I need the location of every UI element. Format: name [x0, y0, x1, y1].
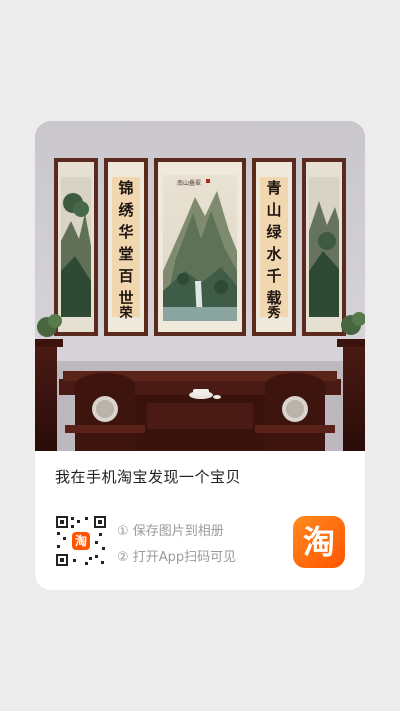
- svg-text:锦: 锦: [118, 179, 133, 197]
- qr-code[interactable]: 淘: [55, 515, 107, 567]
- product-image[interactable]: 锦 绣 华 堂 百 世 荣 南山叠翠 青 山 绿 水 千 载 秀: [35, 121, 365, 451]
- svg-text:绿: 绿: [266, 223, 282, 241]
- svg-text:山: 山: [266, 201, 281, 219]
- svg-text:百: 百: [118, 267, 133, 285]
- svg-text:秀: 秀: [266, 305, 281, 321]
- share-title: 我在手机淘宝发现一个宝贝: [55, 468, 242, 486]
- svg-text:千: 千: [266, 267, 281, 285]
- svg-text:青: 青: [266, 179, 281, 197]
- svg-text:世: 世: [118, 289, 133, 307]
- svg-text:荣: 荣: [118, 305, 133, 321]
- svg-text:载: 载: [266, 289, 281, 307]
- taobao-logo-icon: 淘: [293, 516, 345, 568]
- share-card: 锦 绣 华 堂 百 世 荣 南山叠翠 青 山 绿 水 千 载 秀 我在手机淘宝发…: [35, 121, 365, 590]
- svg-text:华: 华: [118, 223, 133, 241]
- svg-text:南山叠翠: 南山叠翠: [177, 179, 201, 187]
- step-save-image: ① 保存图片到相册: [117, 524, 224, 539]
- step-open-app: ② 打开App扫码可见: [117, 550, 237, 565]
- scan-instructions: ① 保存图片到相册 ② 打开App扫码可见: [117, 519, 236, 571]
- svg-text:堂: 堂: [118, 245, 133, 263]
- svg-text:绣: 绣: [117, 201, 134, 219]
- svg-text:水: 水: [266, 245, 282, 263]
- svg-text:淘: 淘: [75, 533, 87, 548]
